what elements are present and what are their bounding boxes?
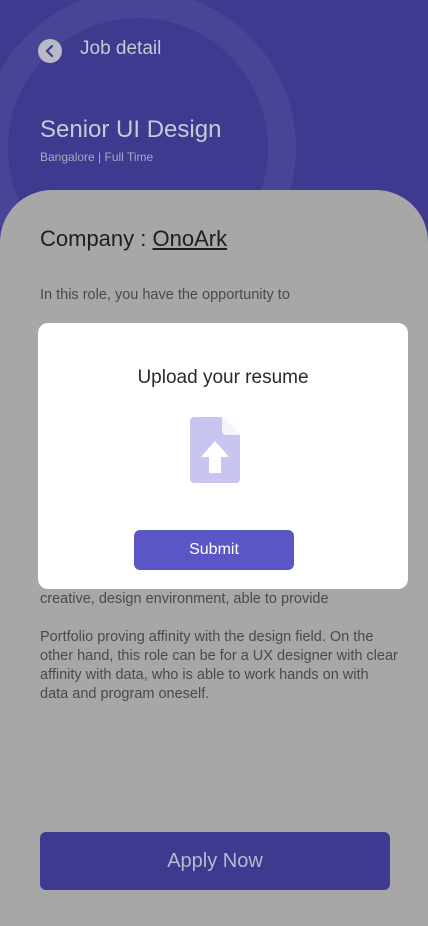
job-subtitle: Bangalore | Full Time <box>40 150 154 164</box>
modal-title: Upload your resume <box>137 367 309 388</box>
submit-button[interactable]: Submit <box>134 530 294 570</box>
description-paragraph-middle: creative, design environment, able to pr… <box>40 591 329 607</box>
job-detail-screen: Job detail Senior UI Design Bangalore | … <box>0 0 428 926</box>
upload-resume-modal: Upload your resume Submit <box>38 323 408 589</box>
company-label: Company : <box>40 226 147 251</box>
job-title: Senior UI Design <box>40 116 222 143</box>
back-button[interactable] <box>38 39 62 63</box>
description-paragraph-top: In this role, you have the opportunity t… <box>40 287 290 303</box>
description-paragraph-bottom: Portfolio proving affinity with the desi… <box>40 629 398 702</box>
chevron-left-icon <box>45 45 54 57</box>
file-upload-icon-graphic <box>190 417 240 483</box>
company-link[interactable]: OnoArk <box>153 226 228 251</box>
header-title: Job detail <box>80 38 162 59</box>
file-upload-icon[interactable] <box>190 417 240 483</box>
apply-now-button[interactable]: Apply Now <box>40 832 390 890</box>
company-line: Company : OnoArk <box>40 226 227 252</box>
